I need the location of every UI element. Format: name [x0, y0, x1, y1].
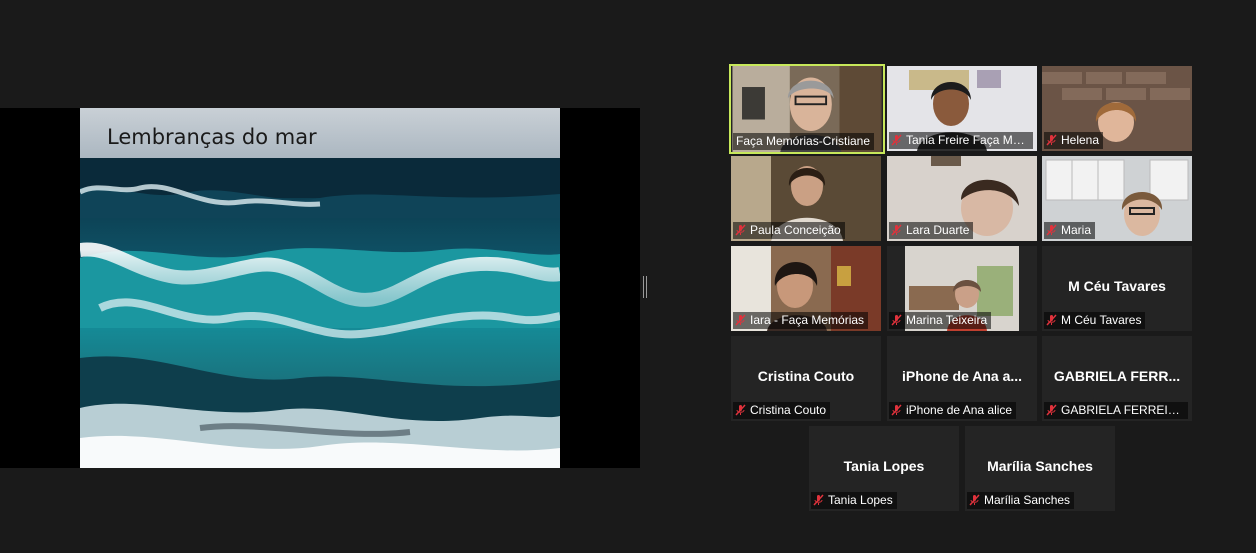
participant-tile[interactable]: Tania Lopes Tania Lopes — [809, 426, 959, 511]
mic-muted-icon — [891, 314, 902, 326]
participant-name-tag: Iara - Faça Memórias — [733, 312, 869, 329]
participant-name: Cristina Couto — [750, 403, 827, 417]
mic-muted-icon — [1046, 134, 1057, 146]
mic-muted-icon — [1046, 404, 1057, 416]
participant-display-name: M Céu Tavares — [1068, 278, 1166, 294]
split-view-resize-handle[interactable] — [643, 276, 647, 298]
participant-name: Faça Memórias-Cristiane — [736, 134, 871, 148]
participant-name: Paula Conceição — [750, 223, 841, 237]
participant-name-tag: Helena — [1044, 132, 1104, 149]
participant-name-tag: Cristina Couto — [733, 402, 831, 419]
participant-tile[interactable]: Cristina Couto Cristina Couto — [731, 336, 881, 421]
participant-name-tag: Tania Lopes — [811, 492, 897, 509]
participant-name-tag: Faça Memórias-Cristiane — [733, 133, 875, 150]
participant-name-tag: Maria — [1044, 222, 1096, 239]
participant-name-tag: Lara Duarte — [889, 222, 974, 239]
mic-muted-icon — [891, 224, 902, 236]
mic-muted-icon — [1046, 224, 1057, 236]
participant-tile[interactable]: Marília Sanches Marília Sanches — [965, 426, 1115, 511]
mic-muted-icon — [891, 404, 902, 416]
participant-display-name: iPhone de Ana a... — [901, 368, 1023, 384]
participant-name: Tania Lopes — [828, 493, 893, 507]
slide-header: Lembranças do mar — [80, 108, 560, 160]
participant-tile[interactable]: Maria — [1042, 156, 1192, 241]
slide-title: Lembranças do mar — [107, 125, 317, 149]
participant-name-tag: Paula Conceição — [733, 222, 845, 239]
participant-tile[interactable]: M Céu Tavares M Céu Tavares — [1042, 246, 1192, 331]
presentation-slide: Lembranças do mar — [80, 108, 560, 468]
participant-display-name: Cristina Couto — [757, 368, 855, 384]
participant-name: Marina Teixeira — [906, 313, 988, 327]
participant-name: Iara - Faça Memórias — [750, 313, 865, 327]
participant-name-tag: GABRIELA FERREIRA — [1044, 402, 1188, 419]
participant-name: Tania Freire Faça Me... — [906, 133, 1030, 147]
participant-name-tag: Tania Freire Faça Me... — [889, 132, 1033, 149]
ocean-waves-image — [80, 158, 560, 468]
participant-name-tag: Marina Teixeira — [889, 312, 992, 329]
participant-tile[interactable]: Lara Duarte — [887, 156, 1037, 241]
mic-muted-icon — [1046, 314, 1057, 326]
participant-display-name: Marília Sanches — [987, 458, 1093, 474]
participant-name: M Céu Tavares — [1061, 313, 1142, 327]
participant-display-name: Tania Lopes — [843, 458, 925, 474]
participant-name-tag: iPhone de Ana alice — [889, 402, 1017, 419]
participant-tile[interactable]: Paula Conceição — [731, 156, 881, 241]
shared-screen: Lembranças do mar — [0, 108, 640, 468]
mic-muted-icon — [735, 224, 746, 236]
participant-name: Maria — [1061, 223, 1092, 237]
participant-tile[interactable]: Iara - Faça Memórias — [731, 246, 881, 331]
participant-tile[interactable]: GABRIELA FERR... GABRIELA FERREIRA — [1042, 336, 1192, 421]
mic-muted-icon — [891, 134, 902, 146]
participant-name: Marília Sanches — [984, 493, 1071, 507]
mic-muted-icon — [813, 494, 824, 506]
participant-name: iPhone de Ana alice — [906, 403, 1013, 417]
participant-name: Lara Duarte — [906, 223, 970, 237]
participant-tile[interactable]: Faça Memórias-Cristiane — [729, 64, 885, 154]
participant-tile[interactable]: Tania Freire Faça Me... — [887, 66, 1037, 151]
participant-name: Helena — [1061, 133, 1100, 147]
participant-name: GABRIELA FERREIRA — [1061, 403, 1185, 417]
participant-name-tag: Marília Sanches — [967, 492, 1075, 509]
mic-muted-icon — [735, 314, 746, 326]
participant-tile[interactable]: iPhone de Ana a... iPhone de Ana alice — [887, 336, 1037, 421]
participant-display-name: GABRIELA FERR... — [1053, 368, 1181, 384]
participant-name-tag: M Céu Tavares — [1044, 312, 1146, 329]
participant-tile[interactable]: Helena — [1042, 66, 1192, 151]
mic-muted-icon — [735, 404, 746, 416]
mic-muted-icon — [969, 494, 980, 506]
participant-tile[interactable]: Marina Teixeira — [887, 246, 1037, 331]
